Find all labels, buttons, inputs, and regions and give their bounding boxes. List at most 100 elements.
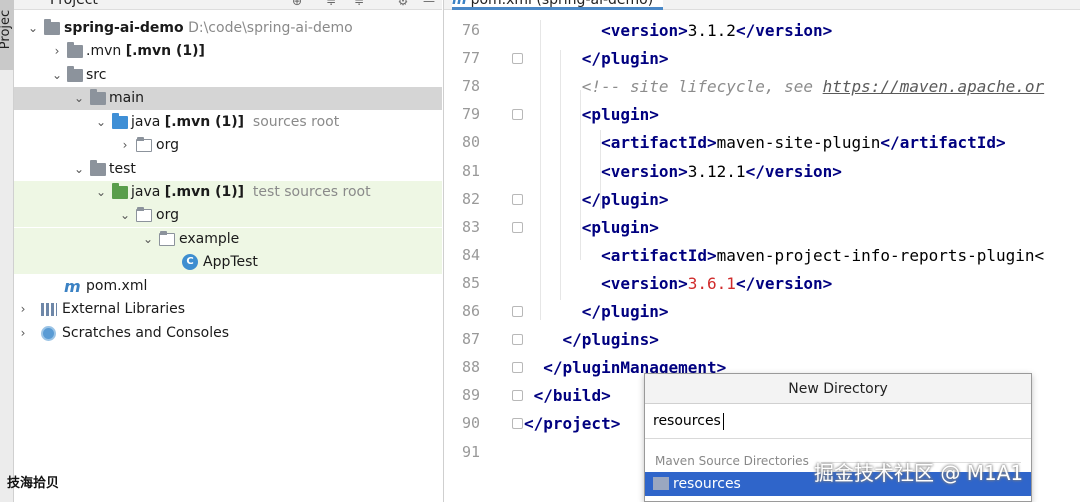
chevron-right-icon[interactable]: ›	[50, 40, 64, 63]
code-token: 3.12.1	[687, 161, 746, 181]
code-token: maven-site-plugin	[716, 133, 881, 153]
fold-marker-icon[interactable]	[512, 362, 523, 374]
code-line: </plugin>	[524, 302, 669, 321]
code-token: 3.6.1	[687, 273, 736, 293]
editor-tab-pom-xml[interactable]: m pom.xml (spring-ai-demo)	[452, 0, 664, 10]
tree-item-label: spring-ai-demo	[64, 20, 184, 36]
tree-item-test-java[interactable]: ⌄ java [.mvn (1)] test sources root	[14, 181, 442, 204]
package-icon	[136, 137, 152, 152]
code-line: </build>	[524, 386, 611, 405]
code-line: </plugins>	[524, 330, 659, 349]
tree-item-module-tag: [.mvn (1)]	[164, 184, 245, 200]
tree-item-hint: test sources root	[252, 184, 371, 200]
line-number: 86	[461, 302, 480, 320]
chevron-down-icon[interactable]: ⌄	[72, 158, 86, 181]
tree-item-src[interactable]: ⌄ src	[14, 64, 442, 87]
code-token: </version>	[745, 161, 842, 181]
code-token: </build>	[533, 386, 611, 406]
chevron-down-icon[interactable]: ⌄	[118, 204, 132, 227]
indent-guide	[560, 50, 561, 300]
tree-item-label: main	[109, 90, 144, 106]
chevron-down-icon[interactable]: ⌄	[72, 87, 86, 110]
code-line: <plugin>	[524, 218, 659, 237]
project-panel: Project ⊕ ≑ ≑ ⚙ — ⌄ spring-ai-demo D:\co…	[14, 0, 442, 502]
code-token: <plugin>	[581, 217, 659, 237]
expand-all-icon[interactable]: ≑	[324, 0, 338, 8]
bottom-left-text: 技海拾贝	[7, 476, 60, 491]
line-number: 84	[461, 245, 480, 264]
tree-item-label: example	[179, 231, 240, 247]
tree-item-main[interactable]: ⌄ main	[14, 87, 442, 110]
editor-gutter: 76 77 78 79 80 81 82 83 84 85 86 87 88 89 90 91	[444, 10, 524, 502]
line-number: 85	[461, 273, 480, 292]
library-icon	[41, 303, 57, 316]
chevron-down-icon[interactable]: ⌄	[26, 17, 40, 40]
module-folder-icon	[44, 19, 60, 35]
directory-name-input[interactable]: resources	[653, 410, 1023, 432]
tree-item-mvn[interactable]: › .mvn [.mvn (1)]	[14, 40, 442, 63]
code-token: maven-project-info-reports-plugin<	[716, 245, 1045, 265]
chevron-down-icon[interactable]: ⌄	[94, 111, 108, 134]
fold-marker-icon[interactable]	[512, 109, 523, 121]
code-line: <artifactId>maven-project-info-reports-p…	[524, 246, 1044, 265]
code-line: <version>3.12.1</version>	[524, 162, 842, 181]
indent-guide	[540, 20, 541, 320]
fold-marker-icon[interactable]	[512, 53, 523, 65]
project-tool-tab[interactable]: Projec	[0, 0, 14, 70]
tree-item-main-java[interactable]: ⌄ java [.mvn (1)] sources root	[14, 111, 442, 134]
popup-separator	[645, 438, 1031, 448]
fold-marker-icon[interactable]	[512, 193, 523, 205]
tree-item-scratches[interactable]: › Scratches and Consoles	[14, 322, 442, 345]
tree-item-hint: D:\code\spring-ai-demo	[188, 20, 353, 36]
maven-icon: m	[452, 0, 467, 8]
folder-icon	[90, 160, 106, 176]
chevron-right-icon[interactable]: ›	[16, 322, 30, 345]
fold-marker-icon[interactable]	[512, 221, 523, 233]
fold-marker-icon[interactable]	[512, 390, 523, 402]
code-token: <artifactId>	[601, 133, 717, 153]
chevron-right-icon[interactable]: ›	[118, 134, 132, 157]
editor-tab-label: pom.xml (spring-ai-demo)	[470, 0, 654, 8]
code-line: </project>	[524, 414, 620, 433]
class-icon: C	[182, 254, 198, 270]
chevron-right-icon[interactable]: ›	[16, 298, 30, 321]
chevron-down-icon[interactable]: ⌄	[94, 181, 108, 204]
locate-icon[interactable]: ⊕	[290, 0, 304, 8]
line-number: 91	[461, 442, 480, 461]
folder-icon	[67, 66, 83, 82]
project-panel-title[interactable]: Project	[50, 0, 98, 8]
tree-item-spring-ai-demo[interactable]: ⌄ spring-ai-demo D:\code\spring-ai-demo	[14, 17, 442, 40]
code-token: <plugin>	[581, 105, 659, 125]
side-tool-strip: Projec	[0, 0, 14, 502]
line-number: 79	[461, 105, 480, 124]
package-icon	[159, 231, 175, 246]
tree-item-label: src	[86, 67, 107, 83]
code-line: <plugin>	[524, 105, 659, 124]
fold-marker-icon[interactable]	[512, 418, 523, 430]
tree-item-example[interactable]: ⌄ example	[14, 228, 442, 251]
tree-item-test[interactable]: ⌄ test	[14, 158, 442, 181]
indent-guide	[600, 130, 601, 210]
line-number: 78	[461, 77, 480, 96]
gear-icon[interactable]: ⚙	[396, 0, 410, 8]
fold-marker-icon[interactable]	[512, 306, 523, 317]
hide-icon[interactable]: —	[422, 0, 436, 8]
line-number: 82	[461, 189, 480, 208]
tree-item-main-org[interactable]: › org	[14, 134, 442, 157]
chevron-down-icon[interactable]: ⌄	[50, 64, 64, 87]
tree-item-label: test	[109, 161, 136, 177]
fold-marker-icon[interactable]	[512, 334, 523, 346]
tree-item-apptest[interactable]: C AppTest	[14, 251, 442, 274]
code-line: <!-- site lifecycle, see https://maven.a…	[524, 77, 1044, 96]
collapse-all-icon[interactable]: ≑	[352, 0, 366, 8]
tree-item-external-libraries[interactable]: › External Libraries	[14, 298, 442, 321]
tree-item-test-org[interactable]: ⌄ org	[14, 204, 442, 227]
code-token: </plugin>	[581, 49, 669, 69]
tree-item-pom-xml[interactable]: m pom.xml	[14, 275, 442, 298]
chevron-down-icon[interactable]: ⌄	[141, 228, 155, 251]
